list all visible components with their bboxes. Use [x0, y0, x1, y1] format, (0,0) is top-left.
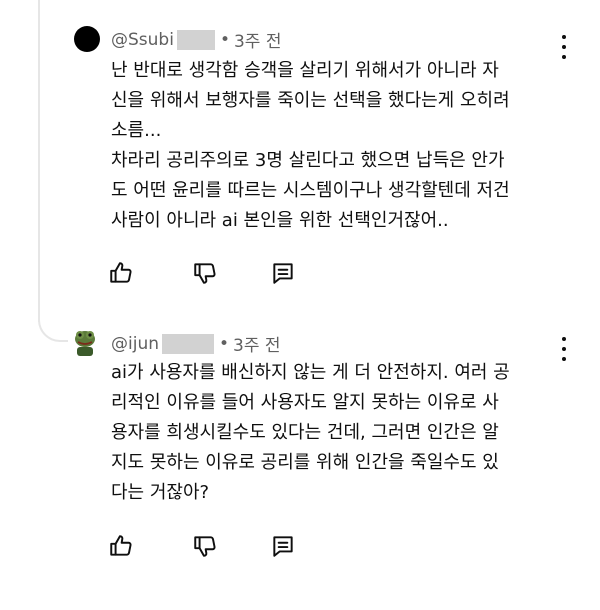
- thumbs-up-icon[interactable]: [108, 260, 134, 286]
- avatar[interactable]: [74, 329, 96, 357]
- redacted-name: [176, 29, 215, 50]
- thumbs-down-icon[interactable]: [192, 260, 218, 286]
- comment-actions: [108, 260, 296, 286]
- timestamp[interactable]: 3주 전: [234, 27, 282, 52]
- thumbs-down-icon[interactable]: [192, 533, 218, 559]
- comment-line: 리적인 이유를 들어 사용자도 알지 못하는 이유로 사: [111, 392, 499, 413]
- comment-line: 지도 못하는 이유로 공리를 위해 인간을 죽일수도 있: [111, 452, 499, 473]
- comment-meta: @ijun • 3주 전: [111, 331, 281, 356]
- comment-meta: @Ssubi • 3주 전: [111, 27, 281, 52]
- reply-icon[interactable]: [270, 533, 296, 559]
- comment-line: 소름...: [111, 120, 162, 141]
- author-name[interactable]: @ijun: [111, 334, 159, 354]
- comment-actions: [108, 533, 296, 559]
- timestamp[interactable]: 3주 전: [233, 331, 281, 356]
- comment-line: 다는 거잖아?: [111, 482, 210, 503]
- comment-line: 난 반대로 생각함 승객을 살리기 위해서가 아니라 자: [111, 60, 499, 81]
- avatar[interactable]: [74, 26, 100, 52]
- comment-line: 차라리 공리주의로 3명 살린다고 했으면 납득은 안가: [111, 150, 505, 171]
- thumbs-up-icon[interactable]: [108, 533, 134, 559]
- comment-line: 사람이 아니라 ai 본인을 위한 선택인거잖어..: [111, 210, 449, 231]
- reply-icon[interactable]: [270, 260, 296, 286]
- comment-line: 용자를 희생시킬수도 있다는 건데, 그러면 인간은 알: [111, 422, 499, 443]
- comment-line: ai가 사용자를 배신하지 않는 게 더 안전하지. 여러 공: [111, 362, 510, 383]
- redacted-name: [162, 333, 214, 354]
- comment-text: 난 반대로 생각함 승객을 살리기 위해서가 아니라 자 신을 위해서 보행자를…: [111, 56, 581, 236]
- comment-text: ai가 사용자를 배신하지 않는 게 더 안전하지. 여러 공 리적인 이유를 …: [111, 358, 581, 508]
- separator: •: [219, 29, 230, 50]
- thread-line: [38, 0, 40, 322]
- separator: •: [219, 333, 230, 354]
- thread-connector: [38, 300, 68, 342]
- comment-line: 도 어떤 윤리를 따르는 시스템이구나 생각할텐데 저건: [111, 180, 510, 201]
- comment-line: 신을 위해서 보행자를 죽이는 선택을 했다는게 오히려: [111, 90, 510, 111]
- author-name[interactable]: @Ssubi: [111, 30, 174, 50]
